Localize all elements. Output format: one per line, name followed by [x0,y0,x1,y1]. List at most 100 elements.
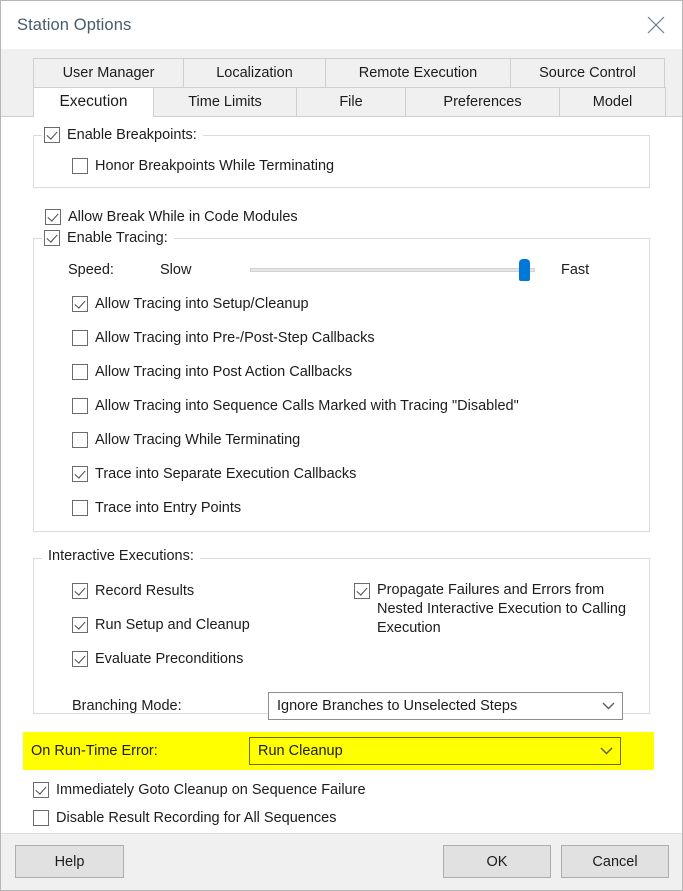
checkbox-box [72,330,88,346]
checkbox-allow-tracing-into-sequence-calls-marked-disabled[interactable]: Allow Tracing into Sequence Calls Marked… [72,396,519,416]
run-time-error-value: Run Cleanup [258,743,343,759]
help-button[interactable]: Help [15,845,124,878]
checkbox-box [33,810,49,826]
checkbox-label: Honor Breakpoints While Terminating [95,158,335,174]
checkbox-box [72,364,88,380]
close-button[interactable] [630,1,682,49]
fast-label: Fast [561,262,590,278]
tab-label: Remote Execution [358,65,478,81]
button-label: Help [54,853,85,870]
checkbox-label: Allow Break While in Code Modules [68,209,298,225]
button-label: OK [486,853,508,870]
enable-tracing-group: Enable Tracing: Speed: Slow Fast Allow T… [33,228,650,532]
checkbox-propagate-failures-and-errors[interactable]: Propagate Failures and Errors from Neste… [354,581,644,638]
tab-model[interactable]: Model [559,87,666,116]
tab-strip: User Manager Localization Remote Executi… [1,49,682,117]
tracing-speed-row: Speed: Slow Fast [68,259,589,281]
checkbox-box [33,782,49,798]
close-icon [645,14,667,36]
checkbox-allow-tracing-into-post-action-callbacks[interactable]: Allow Tracing into Post Action Callbacks [72,362,352,382]
checkbox-label: Allow Tracing into Sequence Calls Marked… [95,398,519,414]
checkbox-immediately-goto-cleanup-on-sequence-failure[interactable]: Immediately Goto Cleanup on Sequence Fai… [33,780,366,800]
branching-mode-row: Branching Mode: Ignore Branches to Unsel… [72,692,632,720]
checkbox-trace-into-entry-points[interactable]: Trace into Entry Points [72,498,241,518]
station-options-dialog: Station Options User Manager Localizatio… [0,0,683,891]
checkbox-label: Enable Tracing: [67,230,168,246]
checkbox-disable-result-recording-for-all-sequences[interactable]: Disable Result Recording for All Sequenc… [33,808,336,828]
branching-mode-label: Branching Mode: [72,698,182,714]
tab-label: Execution [59,93,128,110]
tab-label: Localization [216,65,293,81]
window-title: Station Options [17,15,132,34]
tab-remote-execution[interactable]: Remote Execution [325,58,511,87]
tracing-speed-slider[interactable] [250,259,545,281]
tab-localization[interactable]: Localization [183,58,326,87]
checkbox-enable-tracing[interactable]: Enable Tracing: [44,228,168,248]
checkbox-allow-tracing-into-pre-post-step-callbacks[interactable]: Allow Tracing into Pre-/Post-Step Callba… [72,328,375,348]
chevron-down-icon [594,702,622,710]
checkbox-box [44,127,60,143]
checkbox-label: Run Setup and Cleanup [95,617,250,633]
checkbox-box [72,651,88,667]
tab-preferences[interactable]: Preferences [405,87,560,116]
checkbox-label: Allow Tracing While Terminating [95,432,301,448]
dialog-footer: Help OK Cancel [1,833,682,890]
tab-execution[interactable]: Execution [33,87,154,117]
group-title: Interactive Executions: [48,548,194,564]
checkbox-label: Record Results [95,583,195,599]
cancel-button[interactable]: Cancel [561,845,669,878]
checkbox-label: Disable Result Recording for All Sequenc… [56,810,337,826]
checkbox-evaluate-preconditions[interactable]: Evaluate Preconditions [72,649,243,669]
enable-breakpoints-legend: Enable Breakpoints: [42,125,203,145]
checkbox-box [72,296,88,312]
checkbox-label: Evaluate Preconditions [95,651,244,667]
tab-file[interactable]: File [296,87,406,116]
checkbox-allow-tracing-into-setup-cleanup[interactable]: Allow Tracing into Setup/Cleanup [72,294,309,314]
run-time-error-label: On Run-Time Error: [31,743,158,759]
checkbox-box [44,230,60,246]
execution-settings-pane: Enable Breakpoints: Honor Breakpoints Wh… [1,116,682,833]
checkbox-record-results[interactable]: Record Results [72,581,194,601]
checkbox-box [45,209,61,225]
slider-thumb[interactable] [518,259,530,281]
checkbox-box [354,583,370,599]
title-bar: Station Options [1,1,682,49]
tab-label: File [339,94,363,110]
checkbox-label: Trace into Separate Execution Callbacks [95,466,357,482]
checkbox-honor-breakpoints-while-terminating[interactable]: Honor Breakpoints While Terminating [72,156,334,176]
checkbox-label: Trace into Entry Points [95,500,242,516]
button-label: Cancel [592,853,638,870]
tab-label: Time Limits [188,94,262,110]
run-time-error-dropdown[interactable]: Run Cleanup [249,737,621,765]
checkbox-allow-tracing-while-terminating[interactable]: Allow Tracing While Terminating [72,430,300,450]
checkbox-run-setup-and-cleanup[interactable]: Run Setup and Cleanup [72,615,250,635]
checkbox-label: Allow Tracing into Pre-/Post-Step Callba… [95,330,375,346]
tab-user-manager[interactable]: User Manager [33,58,184,87]
checkbox-enable-breakpoints[interactable]: Enable Breakpoints: [44,125,197,145]
interactive-executions-group: Interactive Executions: Record Results R… [33,548,650,720]
run-time-error-row: On Run-Time Error: Run Cleanup [31,732,646,770]
checkbox-box [72,617,88,633]
tab-time-limits[interactable]: Time Limits [153,87,297,116]
checkbox-label: Allow Tracing into Setup/Cleanup [95,296,309,312]
branching-mode-dropdown[interactable]: Ignore Branches to Unselected Steps [268,692,623,720]
slow-label: Slow [160,262,192,278]
enable-tracing-legend: Enable Tracing: [42,228,174,248]
speed-label: Speed: [68,262,114,278]
tab-label: Preferences [443,94,522,110]
checkbox-box [72,158,88,174]
checkbox-trace-into-separate-execution-callbacks[interactable]: Trace into Separate Execution Callbacks [72,464,356,484]
ok-button[interactable]: OK [443,845,551,878]
tab-label: Source Control [539,65,636,81]
tab-label: User Manager [62,65,155,81]
checkbox-box [72,398,88,414]
checkbox-box [72,500,88,516]
checkbox-label: Allow Tracing into Post Action Callbacks [95,364,353,380]
tab-source-control[interactable]: Source Control [510,58,665,87]
enable-breakpoints-group: Enable Breakpoints: Honor Breakpoints Wh… [33,125,650,188]
checkbox-label: Enable Breakpoints: [67,127,197,143]
checkbox-allow-break-while-in-code-modules[interactable]: Allow Break While in Code Modules [45,207,298,227]
checkbox-box [72,466,88,482]
tab-row-2: Execution Time Limits File Preferences M… [33,87,682,117]
checkbox-label: Propagate Failures and Errors from Neste… [377,582,627,636]
